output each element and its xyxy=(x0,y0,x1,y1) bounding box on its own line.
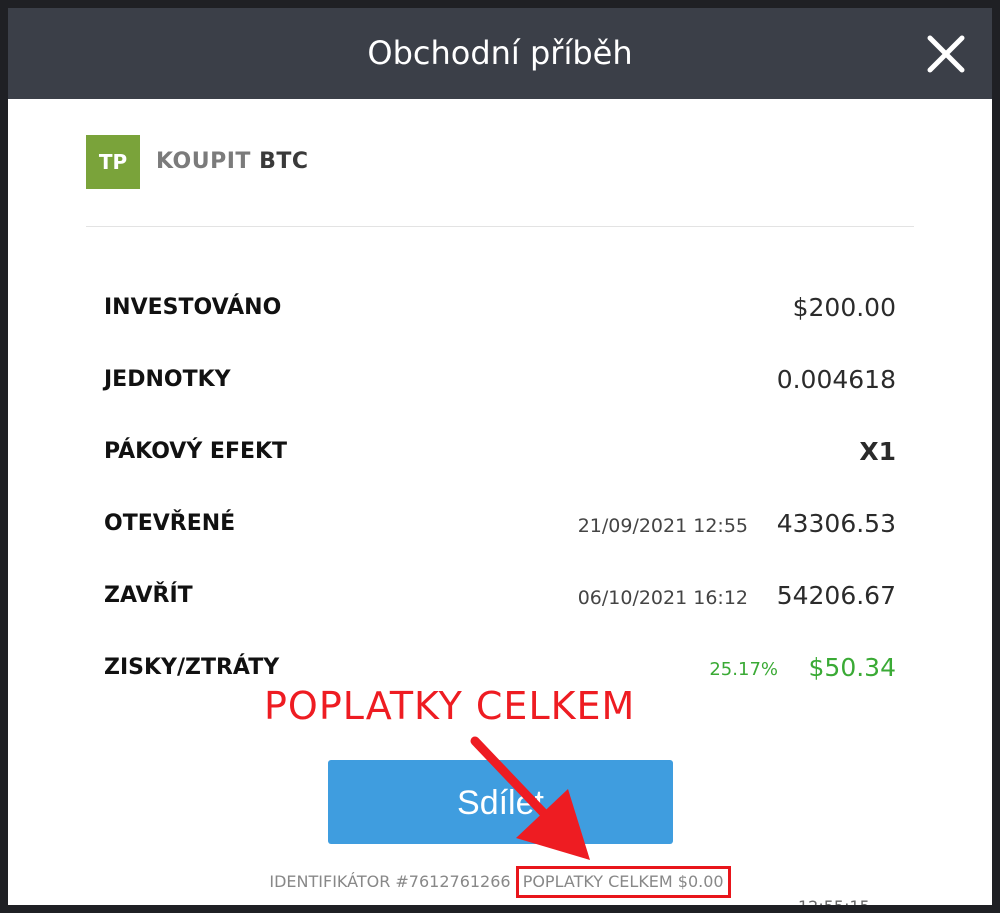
pnl-label: ZISKY/ZTRÁTY xyxy=(104,655,280,680)
instrument-title: KOUPIT BTC xyxy=(156,135,309,189)
units-label: JEDNOTKY xyxy=(104,367,231,392)
open-date: 21/09/2021 12:55 xyxy=(577,515,748,537)
total-fees: POPLATKY CELKEM $0.00 xyxy=(515,866,731,898)
close-icon xyxy=(927,35,965,73)
close-button[interactable] xyxy=(924,32,968,76)
row-close: ZAVŘÍT 06/10/2021 16:12 54206.67 xyxy=(104,576,896,616)
trade-history-modal: Obchodní příběh TP KOUPIT BTC INVESTOVÁN… xyxy=(8,8,992,905)
pnl-percent: 25.17% xyxy=(709,659,778,680)
row-units: JEDNOTKY 0.004618 xyxy=(104,360,896,400)
close-label: ZAVŘÍT xyxy=(104,583,193,608)
leverage-label: PÁKOVÝ EFEKT xyxy=(104,439,288,464)
invested-value: $200.00 xyxy=(792,293,896,322)
trade-footer: IDENTIFIKÁTOR #7612761266 POPLATKY CELKE… xyxy=(8,866,992,898)
share-button[interactable]: Sdílet xyxy=(328,760,673,844)
open-label: OTEVŘENÉ xyxy=(104,511,236,536)
annotation-label: POPLATKY CELKEM xyxy=(264,684,636,728)
units-value: 0.004618 xyxy=(776,365,896,394)
close-rate: 54206.67 xyxy=(776,581,896,610)
modal-title: Obchodní příběh xyxy=(367,34,633,72)
row-pnl: ZISKY/ZTRÁTY 25.17% $50.34 xyxy=(104,648,896,688)
instrument-avatar: TP xyxy=(86,135,140,189)
trade-id: IDENTIFIKÁTOR #7612761266 xyxy=(269,872,511,891)
invested-label: INVESTOVÁNO xyxy=(104,295,282,320)
row-leverage: PÁKOVÝ EFEKT X1 xyxy=(104,432,896,472)
open-rate: 43306.53 xyxy=(776,509,896,538)
row-open: OTEVŘENÉ 21/09/2021 12:55 43306.53 xyxy=(104,504,896,544)
instrument-symbol: BTC xyxy=(259,149,309,174)
close-date: 06/10/2021 16:12 xyxy=(577,587,748,609)
divider xyxy=(86,226,914,227)
modal-header: Obchodní příběh xyxy=(8,8,992,99)
leverage-value: X1 xyxy=(859,437,896,466)
pnl-value: $50.34 xyxy=(808,653,896,682)
timestamp-peek: 12:55:15 xyxy=(798,897,870,905)
trade-direction: KOUPIT xyxy=(156,149,251,174)
row-invested: INVESTOVÁNO $200.00 xyxy=(104,288,896,328)
screen-frame: Obchodní příběh TP KOUPIT BTC INVESTOVÁN… xyxy=(0,0,1000,913)
